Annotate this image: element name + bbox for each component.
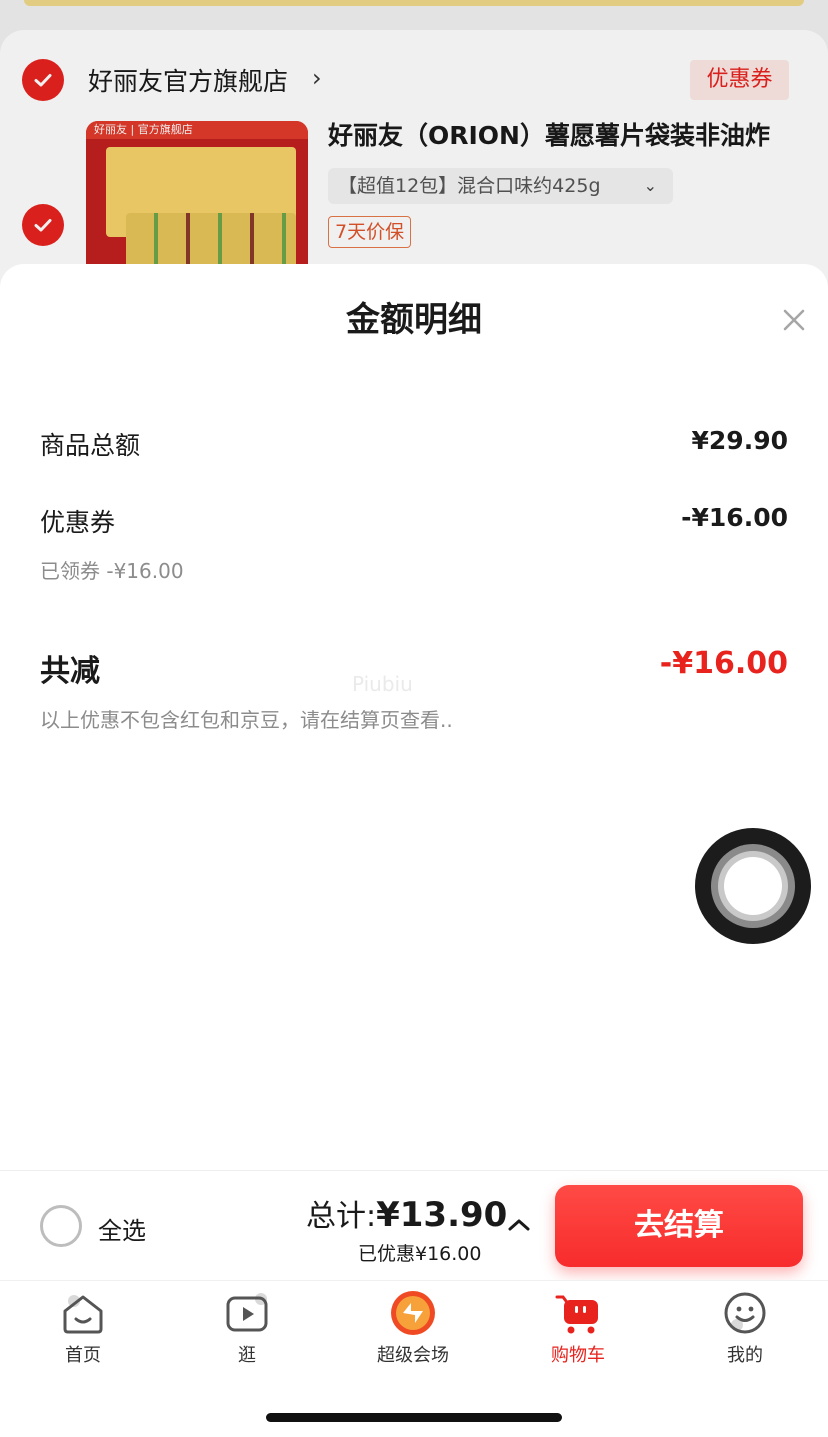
bottom-tab-bar: 首页 逛 超级会场 购物车 我的 bbox=[0, 1280, 828, 1437]
total-reduction-value: -¥16.00 bbox=[659, 646, 788, 681]
discount-note: 以上优惠不包含红包和京豆，请在结算页查看.. bbox=[40, 708, 453, 732]
tab-super-venue-label: 超级会场 bbox=[377, 1345, 449, 1366]
tab-mine[interactable]: 我的 bbox=[685, 1289, 805, 1367]
super-venue-icon bbox=[391, 1291, 435, 1335]
watermark: Piubiu bbox=[352, 672, 413, 696]
tab-cart[interactable]: 购物车 bbox=[518, 1289, 638, 1367]
checkout-bar: 全选 总计:¥13.90 已优惠¥16.00 去结算 bbox=[0, 1170, 828, 1280]
tab-home[interactable]: 首页 bbox=[23, 1289, 143, 1367]
tab-mine-label: 我的 bbox=[727, 1345, 763, 1366]
saved-amount: 已优惠¥16.00 bbox=[358, 1243, 482, 1265]
tab-cart-label: 购物车 bbox=[551, 1345, 605, 1366]
cart-icon bbox=[555, 1295, 598, 1334]
total-label: 总计: bbox=[306, 1199, 377, 1234]
coupon-value: -¥16.00 bbox=[681, 503, 788, 532]
home-indicator[interactable] bbox=[266, 1413, 562, 1422]
total-reduction-label: 共减 bbox=[40, 654, 100, 689]
chevron-up-icon[interactable] bbox=[505, 1211, 533, 1239]
total-value: ¥13.90 bbox=[376, 1195, 508, 1235]
amount-detail-sheet: 金额明细 商品总额 ¥29.90 优惠券 -¥16.00 已领券 -¥16.00… bbox=[0, 264, 828, 1170]
select-all-label[interactable]: 全选 bbox=[98, 1211, 146, 1246]
sheet-title: 金额明细 bbox=[346, 300, 482, 340]
close-button[interactable] bbox=[774, 300, 814, 340]
smiley-icon bbox=[724, 1292, 766, 1334]
tab-browse-label: 逛 bbox=[238, 1345, 256, 1366]
goods-total-value: ¥29.90 bbox=[691, 426, 788, 455]
select-all-radio[interactable] bbox=[40, 1205, 82, 1247]
checkout-button[interactable]: 去结算 bbox=[555, 1185, 803, 1267]
goods-total-label: 商品总额 bbox=[40, 431, 141, 460]
coupon-claimed-note: 已领券 -¥16.00 bbox=[40, 559, 184, 583]
tab-browse[interactable]: 逛 bbox=[187, 1289, 307, 1367]
play-icon bbox=[226, 1293, 268, 1332]
tab-super-venue[interactable]: 超级会场 bbox=[353, 1289, 473, 1367]
home-icon bbox=[63, 1295, 103, 1334]
close-icon bbox=[783, 309, 805, 331]
assistive-touch-button[interactable] bbox=[695, 828, 811, 944]
cart-background: 好丽友官方旗舰店 › 优惠券 好丽友 | 官方旗舰店 好丽友（ORION）薯愿薯… bbox=[0, 0, 828, 330]
total-amount: 总计:¥13.90 bbox=[306, 1191, 507, 1235]
coupon-label: 优惠券 bbox=[40, 508, 116, 537]
tab-home-label: 首页 bbox=[65, 1345, 101, 1366]
